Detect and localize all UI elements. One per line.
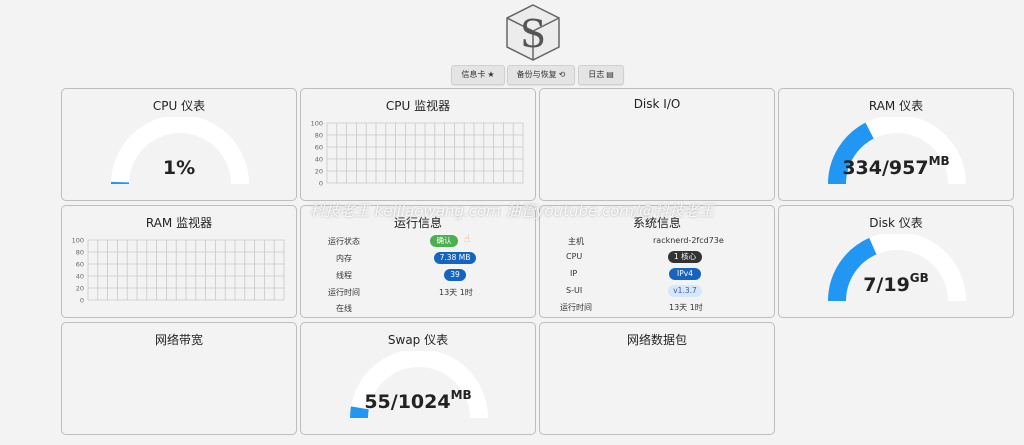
info-label: 线程 xyxy=(336,271,352,280)
info-label: CPU xyxy=(566,252,583,261)
ip-badge[interactable]: IPv4 xyxy=(669,268,701,280)
info-label: 运行时间 xyxy=(328,288,360,297)
y-tick-label: 100 xyxy=(72,237,84,245)
ram-monitor-chart: 100 80 60 40 20 0 xyxy=(72,237,285,305)
info-label: S-UI xyxy=(566,286,583,295)
memory-badge: 7.38 MB xyxy=(434,252,476,264)
cpu-cores-badge: 1 核心 xyxy=(668,251,702,263)
card-title: 系统信息 xyxy=(632,216,681,230)
cpu-monitor-card: CPU 监视器 100 80 60 40 20 0 xyxy=(300,88,536,201)
version-badge: v1.3.7 xyxy=(668,285,702,297)
backup-label: 备份与恢复 xyxy=(516,70,557,79)
info-label: 运行状态 xyxy=(328,237,360,246)
star-icon: ★ xyxy=(487,70,495,79)
y-tick-label: 60 xyxy=(76,261,84,269)
card-title: 运行信息 xyxy=(393,216,442,230)
restore-icon: ⟲ xyxy=(558,70,566,79)
threads-badge: 39 xyxy=(444,269,466,281)
card-title: Swap 仪表 xyxy=(387,333,449,347)
status-badge: 确认 xyxy=(430,235,458,247)
cpu-monitor-chart: 100 80 60 40 20 0 xyxy=(311,120,524,188)
backup-restore-button[interactable]: 备份与恢复 ⟲ xyxy=(507,65,575,85)
disk-gauge-card: Disk 仪表 7/19GB xyxy=(778,205,1014,318)
card-title: 网络带宽 xyxy=(154,333,203,347)
cpu-gauge-card: CPU 仪表 1% xyxy=(61,88,297,201)
gauge-value: 334/957MB xyxy=(842,154,950,179)
card-title: RAM 监视器 xyxy=(145,216,213,230)
info-label: 运行时间 xyxy=(560,303,592,312)
net-packets-card: 网络数据包 xyxy=(539,322,775,435)
hand-pointer-icon[interactable]: ☝ xyxy=(464,234,470,245)
logs-button[interactable]: 日志 ▤ xyxy=(578,65,624,85)
app-logo: S xyxy=(505,3,561,61)
y-tick-label: 80 xyxy=(76,249,84,257)
y-tick-label: 20 xyxy=(76,285,84,293)
uptime-value: 13天 1时 xyxy=(439,288,473,297)
run-info-card: 运行信息 运行状态 确认 ☝ 内存 7.38 MB 线程 39 运行时间 13天… xyxy=(300,205,536,318)
ram-monitor-card: RAM 监视器 100 80 60 40 20 0 xyxy=(61,205,297,318)
y-tick-label: 60 xyxy=(315,144,323,152)
y-tick-label: 80 xyxy=(315,132,323,140)
card-title: Disk 仪表 xyxy=(869,216,923,230)
info-card-button[interactable]: 信息卡 ★ xyxy=(451,65,505,85)
card-title: RAM 仪表 xyxy=(868,99,924,113)
info-card-label: 信息卡 xyxy=(461,70,486,79)
info-label: 在线 xyxy=(336,304,352,313)
card-title: 网络数据包 xyxy=(626,333,687,347)
gauge-value: 55/1024MB xyxy=(364,388,472,413)
svg-text:S: S xyxy=(520,12,546,56)
hostname-value: racknerd-2fcd73e xyxy=(653,236,724,245)
gauge-value: 7/19GB xyxy=(863,271,929,296)
y-tick-label: 0 xyxy=(80,297,84,305)
ram-gauge-card: RAM 仪表 334/957MB xyxy=(778,88,1014,201)
log-icon: ▤ xyxy=(606,70,614,79)
net-bandwidth-card: 网络带宽 xyxy=(61,322,297,435)
y-tick-label: 40 xyxy=(76,273,84,281)
info-label: 主机 xyxy=(568,237,584,246)
logs-label: 日志 xyxy=(588,70,605,79)
gauge-value: 1% xyxy=(162,157,196,179)
card-title: CPU 仪表 xyxy=(152,99,206,113)
disk-io-card: Disk I/O xyxy=(539,88,775,201)
y-tick-label: 40 xyxy=(315,156,323,164)
y-tick-label: 20 xyxy=(315,168,323,176)
card-title: Disk I/O xyxy=(633,97,681,111)
y-tick-label: 100 xyxy=(311,120,323,128)
uptime-value: 13天 1时 xyxy=(669,303,703,312)
card-title: CPU 监视器 xyxy=(385,99,451,113)
swap-gauge-card: Swap 仪表 55/1024MB xyxy=(300,322,536,435)
info-label: 内存 xyxy=(336,254,352,263)
sys-info-card: 系统信息 主机 racknerd-2fcd73e CPU 1 核心 IP IPv… xyxy=(539,205,775,318)
y-tick-label: 0 xyxy=(319,180,323,188)
info-label: IP xyxy=(570,269,578,278)
